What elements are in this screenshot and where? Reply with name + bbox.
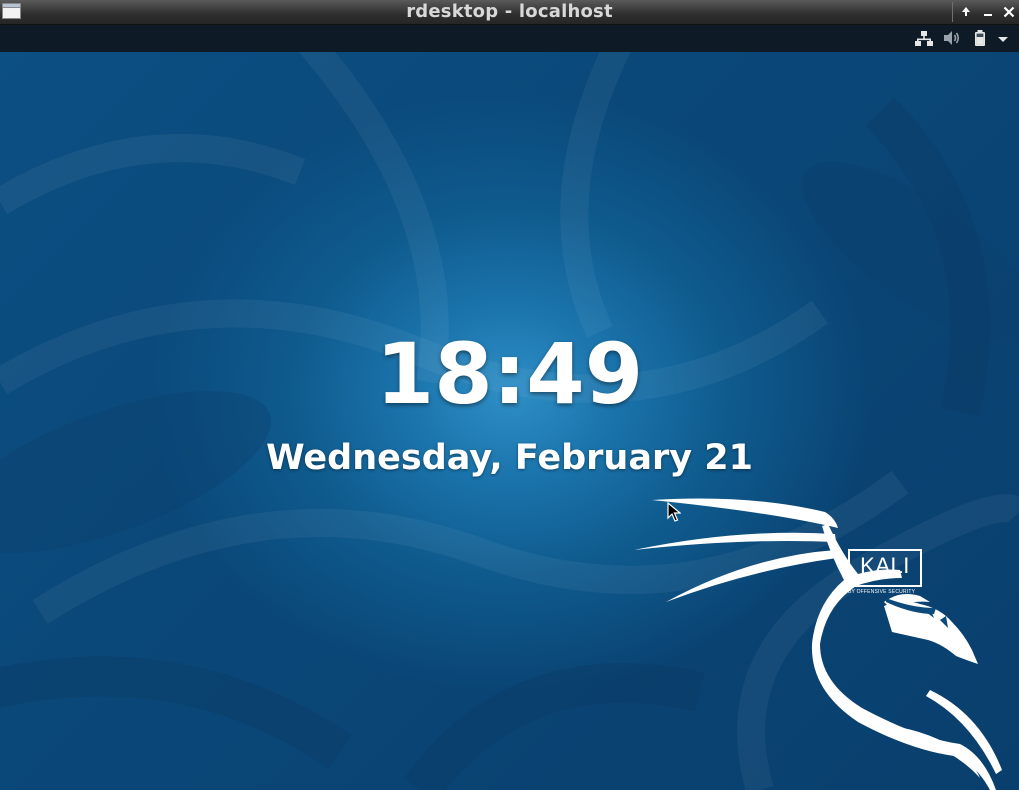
clock-date: Wednesday, February 21 bbox=[266, 438, 753, 478]
minimize-icon bbox=[984, 14, 992, 16]
close-icon bbox=[1003, 6, 1015, 18]
mouse-cursor-icon bbox=[667, 502, 681, 522]
menu-dropdown-icon[interactable] bbox=[995, 28, 1011, 48]
kali-logo-text: KALI bbox=[860, 553, 910, 578]
arrow-up-icon bbox=[962, 7, 970, 16]
battery-icon[interactable] bbox=[972, 28, 988, 48]
window-title: rdesktop - localhost bbox=[406, 1, 613, 22]
kali-logo-subtext: BY OFFENSIVE SECURITY bbox=[848, 589, 916, 595]
volume-icon[interactable] bbox=[942, 28, 962, 48]
kali-dragon-logo bbox=[634, 498, 1002, 790]
window-titlebar[interactable]: rdesktop - localhost bbox=[0, 0, 1019, 25]
network-icon[interactable] bbox=[914, 28, 934, 48]
shade-button[interactable] bbox=[956, 2, 976, 22]
close-button[interactable] bbox=[999, 2, 1019, 22]
kali-logo-badge: KALI bbox=[848, 549, 922, 587]
rdesktop-window: rdesktop - localhost 18:49 Wednesday, Fe… bbox=[0, 0, 1019, 790]
minimize-button[interactable] bbox=[978, 2, 998, 22]
clock-time: 18:49 bbox=[375, 325, 644, 423]
top-panel bbox=[0, 25, 1019, 52]
titlebar-separator bbox=[952, 2, 953, 22]
lock-screen[interactable]: 18:49 Wednesday, February 21 KALI BY OFF… bbox=[0, 52, 1019, 790]
